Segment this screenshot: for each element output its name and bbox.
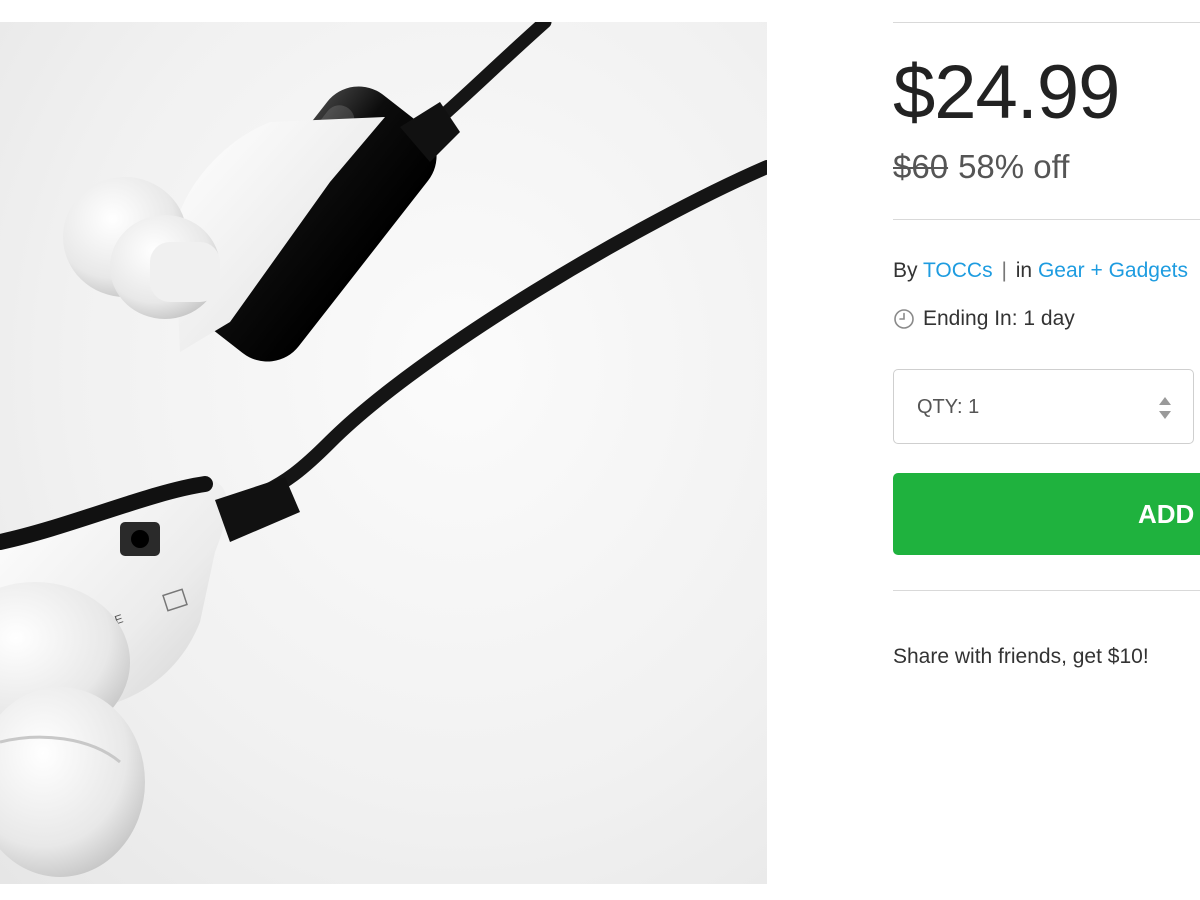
quantity-value: QTY: 1 — [917, 396, 980, 418]
original-price: $60 — [893, 148, 949, 185]
vendor-byline: By TOCCs | in Gear + Gadgets — [893, 257, 1188, 285]
discount-percent: 58% off — [958, 148, 1070, 185]
add-to-cart-button[interactable]: ADD — [893, 473, 1200, 555]
price-comparison: $60 58% off — [893, 146, 1069, 188]
product-page: CE $24.99 $6058% off By TOCCs | in Gear … — [0, 0, 1200, 900]
category-link[interactable]: Gear + Gadgets — [1038, 259, 1188, 282]
clock-icon — [893, 308, 915, 330]
upper-earbud — [63, 86, 460, 362]
up-down-stepper-icon[interactable] — [1152, 394, 1178, 422]
earbuds-illustration: CE — [0, 22, 767, 877]
product-details: $24.99 $60 58% off By TOCCs | in Gear + G… — [893, 0, 1200, 900]
lower-earbud: CE — [0, 476, 300, 877]
ending-text: Ending In: 1 day — [923, 307, 1075, 330]
by-label: By — [893, 259, 918, 282]
deal-ending: Ending In: 1 day — [893, 305, 1075, 333]
sale-price: $24.99 — [893, 50, 1120, 135]
product-image: CE — [0, 22, 767, 884]
share-referral-text: Share with friends, get $10! — [893, 645, 1149, 668]
vendor-link[interactable]: TOCCs — [923, 259, 993, 282]
in-label: in — [1015, 259, 1033, 282]
byline-separator: | — [1001, 259, 1007, 282]
price-divider — [893, 219, 1200, 220]
top-divider — [893, 22, 1200, 23]
cart-divider — [893, 590, 1200, 591]
quantity-select[interactable]: QTY: 1 — [893, 369, 1194, 444]
